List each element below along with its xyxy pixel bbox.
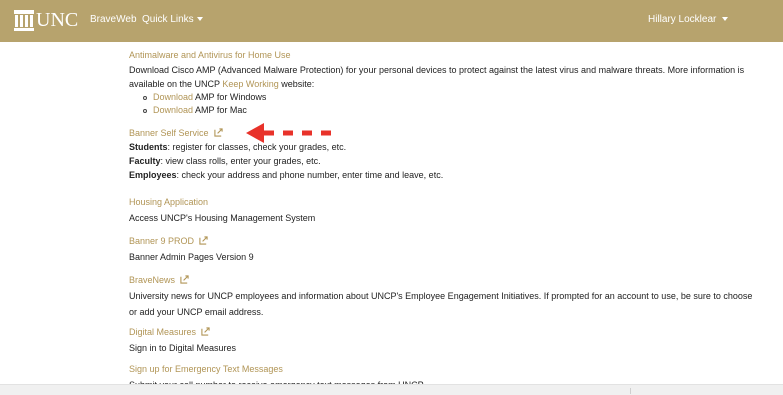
bravenews-link[interactable]: BraveNews [129, 274, 752, 286]
students-label: Students [129, 142, 168, 152]
logo-text: UNC [36, 9, 79, 31]
download-mac-text: AMP for Mac [193, 105, 247, 115]
banner9-title: Banner 9 PROD [129, 236, 195, 246]
top-navbar: UNC BraveWeb Quick Links Hillary Locklea… [0, 0, 783, 42]
section-banner9: Banner 9 PROD Banner Admin Pages Version… [129, 235, 254, 264]
employees-line: Employees: check your address and phone … [129, 168, 443, 182]
housing-desc: Access UNCP's Housing Management System [129, 213, 316, 223]
external-link-icon [180, 275, 189, 284]
nav-quick-links-label: Quick Links [142, 14, 194, 25]
download-mac-link[interactable]: Download [153, 105, 193, 115]
external-link-icon [201, 327, 210, 336]
nav-quick-links[interactable]: Quick Links [142, 14, 203, 25]
user-menu[interactable]: Hillary Locklear [648, 14, 729, 25]
list-item: Download AMP for Mac [143, 104, 744, 117]
horizontal-scrollbar[interactable] [0, 384, 783, 395]
bravenews-title: BraveNews [129, 275, 176, 285]
banner9-link[interactable]: Banner 9 PROD [129, 235, 254, 247]
download-windows-text: AMP for Windows [193, 92, 267, 102]
bullet-icon [143, 95, 147, 100]
list-item: Download AMP for Windows [143, 91, 744, 104]
faculty-label: Faculty [129, 156, 161, 166]
nav-braveweb[interactable]: BraveWeb [90, 14, 137, 25]
annotation-arrow-icon [246, 123, 331, 143]
faculty-text: : view class rolls, enter your grades, e… [160, 156, 321, 166]
digital-measures-title: Digital Measures [129, 327, 197, 337]
scrollbar-thumb[interactable] [630, 388, 631, 394]
faculty-line: Faculty: view class rolls, enter your gr… [129, 154, 443, 168]
keep-working-link[interactable]: Keep Working [222, 79, 278, 89]
antimalware-desc-2-text: available on the UNCP [129, 79, 223, 89]
section-digital-measures: Digital Measures Sign in to Digital Meas… [129, 326, 236, 355]
housing-application-link[interactable]: Housing Application [129, 196, 315, 208]
download-list: Download AMP for Windows Download AMP fo… [143, 91, 744, 117]
digital-measures-link[interactable]: Digital Measures [129, 326, 236, 338]
digital-measures-desc: Sign in to Digital Measures [129, 343, 237, 353]
employees-label: Employees [129, 170, 177, 180]
chevron-down-icon [722, 17, 729, 22]
user-menu-label: Hillary Locklear [648, 14, 717, 25]
antimalware-title[interactable]: Antimalware and Antivirus for Home Use [129, 49, 744, 61]
columns-icon [14, 10, 34, 31]
antimalware-desc-1: Download Cisco AMP (Advanced Malware Pro… [129, 65, 745, 75]
bravenews-desc-1: University news for UNCP employees and i… [129, 291, 753, 301]
download-windows-link[interactable]: Download [153, 92, 193, 102]
section-antimalware: Antimalware and Antivirus for Home Use D… [129, 49, 744, 117]
banner9-desc: Banner Admin Pages Version 9 [129, 252, 254, 262]
section-bravenews: BraveNews University news for UNCP emplo… [129, 274, 752, 319]
antimalware-desc-2: available on the UNCP Keep Working websi… [129, 77, 744, 91]
antimalware-desc-2-suffix: website: [278, 79, 315, 89]
chevron-down-icon [196, 17, 203, 22]
external-link-icon [213, 128, 223, 137]
employees-text: : check your address and phone number, e… [176, 170, 444, 180]
emergency-text-link[interactable]: Sign up for Emergency Text Messages [129, 363, 425, 375]
banner-self-service-title: Banner Self Service [129, 128, 209, 138]
bravenews-desc-2: or add your UNCP email address. [129, 307, 264, 317]
section-housing: Housing Application Access UNCP's Housin… [129, 196, 315, 225]
bullet-icon [143, 108, 147, 113]
external-link-icon [199, 236, 208, 245]
uncp-logo[interactable]: UNC [14, 10, 78, 31]
